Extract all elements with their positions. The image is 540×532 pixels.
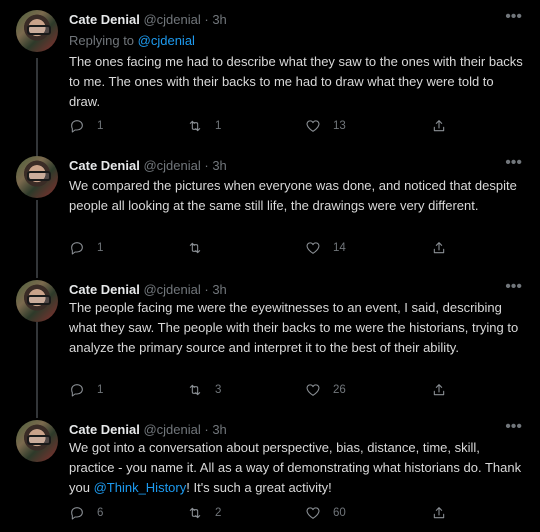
tweet-text: We compared the pictures when everyone w… bbox=[69, 178, 517, 213]
more-horizontal-icon[interactable]: ••• bbox=[505, 8, 522, 26]
timestamp[interactable]: 3h bbox=[212, 422, 226, 437]
tweet-header: Cate Denial @cjdenial · 3h bbox=[69, 158, 227, 173]
retweet-button[interactable]: 1 bbox=[187, 116, 221, 136]
share-icon bbox=[433, 507, 445, 519]
like-button[interactable]: 13 bbox=[305, 116, 346, 136]
tweet-header: Cate Denial @cjdenial · 3h bbox=[69, 282, 227, 297]
like-button[interactable]: 14 bbox=[305, 238, 346, 258]
like-button[interactable]: 60 bbox=[305, 503, 346, 523]
tweet[interactable]: Cate Denial @cjdenial · 3h ••• The peopl… bbox=[0, 270, 540, 408]
share-button[interactable] bbox=[431, 503, 447, 523]
tweet[interactable]: Cate Denial @cjdenial · 3h ••• Replying … bbox=[0, 0, 540, 146]
author-name[interactable]: Cate Denial bbox=[69, 12, 140, 27]
retweet-count: 1 bbox=[215, 120, 222, 132]
author-handle[interactable]: @cjdenial bbox=[143, 282, 200, 297]
tweet-header: Cate Denial @cjdenial · 3h bbox=[69, 422, 227, 437]
separator: · bbox=[204, 282, 209, 297]
tweet[interactable]: Cate Denial @cjdenial · 3h ••• We got in… bbox=[0, 410, 540, 532]
timestamp[interactable]: 3h bbox=[212, 282, 226, 297]
more-horizontal-icon[interactable]: ••• bbox=[505, 418, 522, 436]
reply-icon bbox=[71, 507, 83, 520]
avatar[interactable] bbox=[16, 280, 58, 322]
reply-icon bbox=[71, 120, 83, 133]
retweet-icon bbox=[189, 507, 201, 519]
avatar[interactable] bbox=[16, 156, 58, 198]
action-bar: 1 3 26 bbox=[69, 380, 459, 400]
reply-count: 6 bbox=[97, 507, 104, 519]
retweet-icon bbox=[189, 384, 201, 396]
retweet-icon bbox=[189, 120, 201, 132]
share-button[interactable] bbox=[431, 116, 447, 136]
like-count: 14 bbox=[333, 242, 346, 254]
share-button[interactable] bbox=[431, 238, 447, 258]
more-horizontal-icon[interactable]: ••• bbox=[505, 278, 522, 296]
separator: · bbox=[204, 12, 209, 27]
author-name[interactable]: Cate Denial bbox=[69, 422, 140, 437]
author-name[interactable]: Cate Denial bbox=[69, 158, 140, 173]
like-button[interactable]: 26 bbox=[305, 380, 346, 400]
reply-icon bbox=[71, 384, 83, 397]
replying-to: Replying to @cjdenial bbox=[69, 33, 195, 48]
share-icon bbox=[433, 242, 445, 254]
tweet-text: The ones facing me had to describe what … bbox=[69, 54, 523, 109]
tweet-text: The people facing me were the eyewitness… bbox=[69, 300, 519, 355]
reply-button[interactable]: 6 bbox=[69, 503, 103, 523]
avatar[interactable] bbox=[16, 10, 58, 52]
reply-count: 1 bbox=[97, 242, 104, 254]
timestamp[interactable]: 3h bbox=[212, 12, 226, 27]
tweet-text: We got into a conversation about perspec… bbox=[69, 438, 524, 498]
retweet-button[interactable]: 2 bbox=[187, 503, 221, 523]
author-handle[interactable]: @cjdenial bbox=[143, 158, 200, 173]
reply-count: 1 bbox=[97, 384, 104, 396]
retweet-button[interactable] bbox=[187, 238, 215, 258]
tweet-text-part: ! It's such a great activity! bbox=[186, 480, 332, 495]
heart-icon bbox=[306, 384, 320, 396]
reply-icon bbox=[71, 242, 83, 255]
author-name[interactable]: Cate Denial bbox=[69, 282, 140, 297]
reply-button[interactable]: 1 bbox=[69, 116, 103, 136]
like-count: 26 bbox=[333, 384, 346, 396]
author-handle[interactable]: @cjdenial bbox=[143, 12, 200, 27]
retweet-icon bbox=[189, 242, 201, 254]
mention-link[interactable]: @Think_History bbox=[94, 480, 187, 495]
action-bar: 1 1 13 bbox=[69, 116, 459, 136]
heart-icon bbox=[306, 507, 320, 519]
separator: · bbox=[204, 158, 209, 173]
avatar[interactable] bbox=[16, 420, 58, 462]
retweet-count: 2 bbox=[215, 507, 222, 519]
more-horizontal-icon[interactable]: ••• bbox=[505, 154, 522, 172]
heart-icon bbox=[306, 120, 320, 132]
retweet-button[interactable]: 3 bbox=[187, 380, 221, 400]
share-icon bbox=[433, 120, 445, 132]
author-handle[interactable]: @cjdenial bbox=[143, 422, 200, 437]
share-icon bbox=[433, 384, 445, 396]
reply-button[interactable]: 1 bbox=[69, 380, 103, 400]
replying-to-label: Replying to bbox=[69, 33, 138, 48]
reply-count: 1 bbox=[97, 120, 104, 132]
replying-to-handle[interactable]: @cjdenial bbox=[138, 33, 195, 48]
like-count: 60 bbox=[333, 507, 346, 519]
like-count: 13 bbox=[333, 120, 346, 132]
timestamp[interactable]: 3h bbox=[212, 158, 226, 173]
reply-button[interactable]: 1 bbox=[69, 238, 103, 258]
separator: · bbox=[204, 422, 209, 437]
share-button[interactable] bbox=[431, 380, 447, 400]
heart-icon bbox=[306, 242, 320, 254]
action-bar: 6 2 60 bbox=[69, 503, 459, 523]
retweet-count: 3 bbox=[215, 384, 222, 396]
tweet[interactable]: Cate Denial @cjdenial · 3h ••• We compar… bbox=[0, 146, 540, 270]
action-bar: 1 14 bbox=[69, 238, 459, 258]
tweet-header: Cate Denial @cjdenial · 3h bbox=[69, 12, 227, 27]
